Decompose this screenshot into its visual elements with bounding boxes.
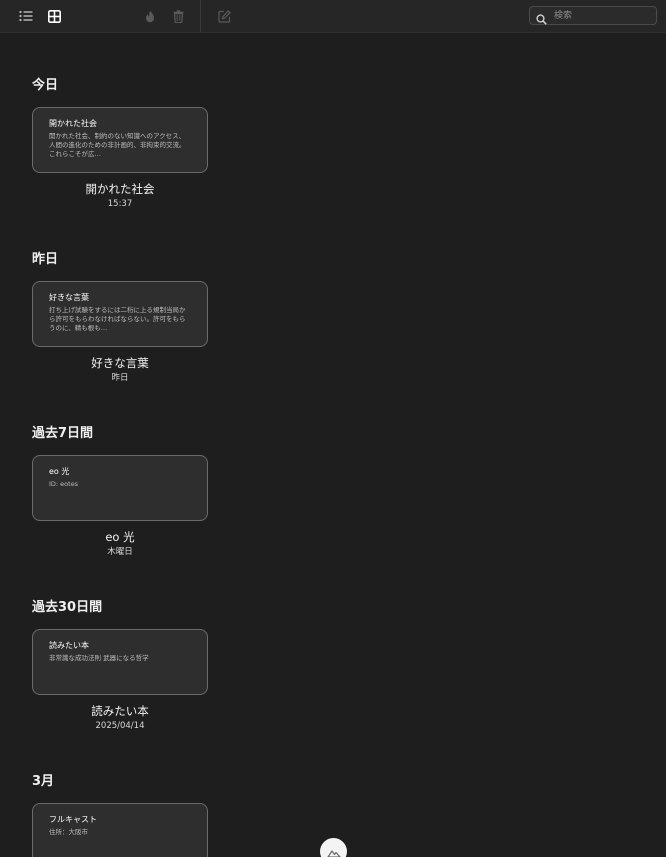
section-past-7-days: 過去7日間 eo 光 ID: eotes eo 光 木曜日 <box>32 425 208 557</box>
note-card-preview: 打ち上げ試験をするには二桁に上る規制当局から許可をもらわなければならない。許可を… <box>49 306 186 332</box>
note-caption-date: 木曜日 <box>107 547 133 557</box>
note-card[interactable]: 開かれた社会 開かれた社会、制約のない知識へのアクセス、人間の進化のための非計画… <box>32 107 208 173</box>
note-caption-title: 好きな言葉 <box>91 356 149 370</box>
note-caption: 読みたい本 2025/04/14 <box>32 703 208 733</box>
mountain-logo-icon <box>326 843 341 857</box>
section-past-30-days: 過去30日間 読みたい本 非常識な成功法則 武器になる哲学 読みたい本 2025… <box>32 599 208 731</box>
note-caption: eo 光 木曜日 <box>32 529 208 559</box>
grid-view-button[interactable] <box>44 6 64 26</box>
toolbar-divider <box>200 0 201 32</box>
search-field[interactable] <box>529 6 657 25</box>
list-icon <box>19 10 33 22</box>
note-caption-date: 昨日 <box>111 373 129 383</box>
compose-icon <box>217 9 231 23</box>
section-heading: 今日 <box>32 78 59 93</box>
note-card-title: フルキャスト <box>49 815 97 824</box>
grid-icon <box>47 9 61 23</box>
note-card[interactable]: eo 光 ID: eotes <box>32 455 208 521</box>
note-card[interactable]: 読みたい本 非常識な成功法則 武器になる哲学 <box>32 629 208 695</box>
compose-button[interactable] <box>214 6 234 26</box>
note-card[interactable]: 好きな言葉 打ち上げ試験をするには二桁に上る規制当局から許可をもらわなければなら… <box>32 281 208 347</box>
section-heading: 過去30日間 <box>32 600 103 615</box>
section-heading: 昨日 <box>32 252 59 267</box>
note-card-preview: 非常識な成功法則 武器になる哲学 <box>49 654 149 662</box>
notes-gallery: 今日 開かれた社会 開かれた社会、制約のない知識へのアクセス、人間の進化のための… <box>0 33 666 857</box>
delete-button[interactable] <box>168 6 188 26</box>
trash-icon <box>173 9 184 23</box>
search-icon <box>536 10 547 29</box>
note-caption-title: 開かれた社会 <box>85 182 155 196</box>
note-card-title: eo 光 <box>49 467 70 476</box>
note-card-title: 読みたい本 <box>49 641 89 650</box>
note-caption-title: eo 光 <box>105 530 135 544</box>
note-caption-date: 2025/04/14 <box>95 721 145 731</box>
note-caption: 好きな言葉 昨日 <box>32 355 208 385</box>
section-today: 今日 開かれた社会 開かれた社会、制約のない知識へのアクセス、人間の進化のための… <box>32 77 208 209</box>
note-card-preview: 住所：大阪市 <box>49 828 88 836</box>
section-yesterday: 昨日 好きな言葉 打ち上げ試験をするには二桁に上る規制当局から許可をもらわなけれ… <box>32 251 208 383</box>
list-view-button[interactable] <box>16 6 36 26</box>
note-card[interactable]: フルキャスト 住所：大阪市 <box>32 803 208 857</box>
note-caption-title: 読みたい本 <box>91 704 149 718</box>
note-card-title: 開かれた社会 <box>49 119 97 128</box>
search-input[interactable] <box>554 7 652 24</box>
section-heading: 3月 <box>32 774 55 789</box>
note-card-title: 好きな言葉 <box>49 293 89 302</box>
toolbar <box>0 0 666 33</box>
note-caption: 開かれた社会 15:37 <box>32 181 208 211</box>
flame-icon <box>145 10 155 23</box>
note-card-preview: 開かれた社会、制約のない知識へのアクセス、人間の進化のための非計画的、非拘束的交… <box>49 132 186 158</box>
notes-window: 今日 開かれた社会 開かれた社会、制約のない知識へのアクセス、人間の進化のための… <box>0 0 666 857</box>
section-march: 3月 フルキャスト 住所：大阪市 <box>32 773 208 857</box>
lock-button[interactable] <box>140 6 160 26</box>
note-caption-date: 15:37 <box>107 199 133 209</box>
section-heading: 過去7日間 <box>32 426 94 441</box>
note-card-preview: ID: eotes <box>49 480 79 488</box>
